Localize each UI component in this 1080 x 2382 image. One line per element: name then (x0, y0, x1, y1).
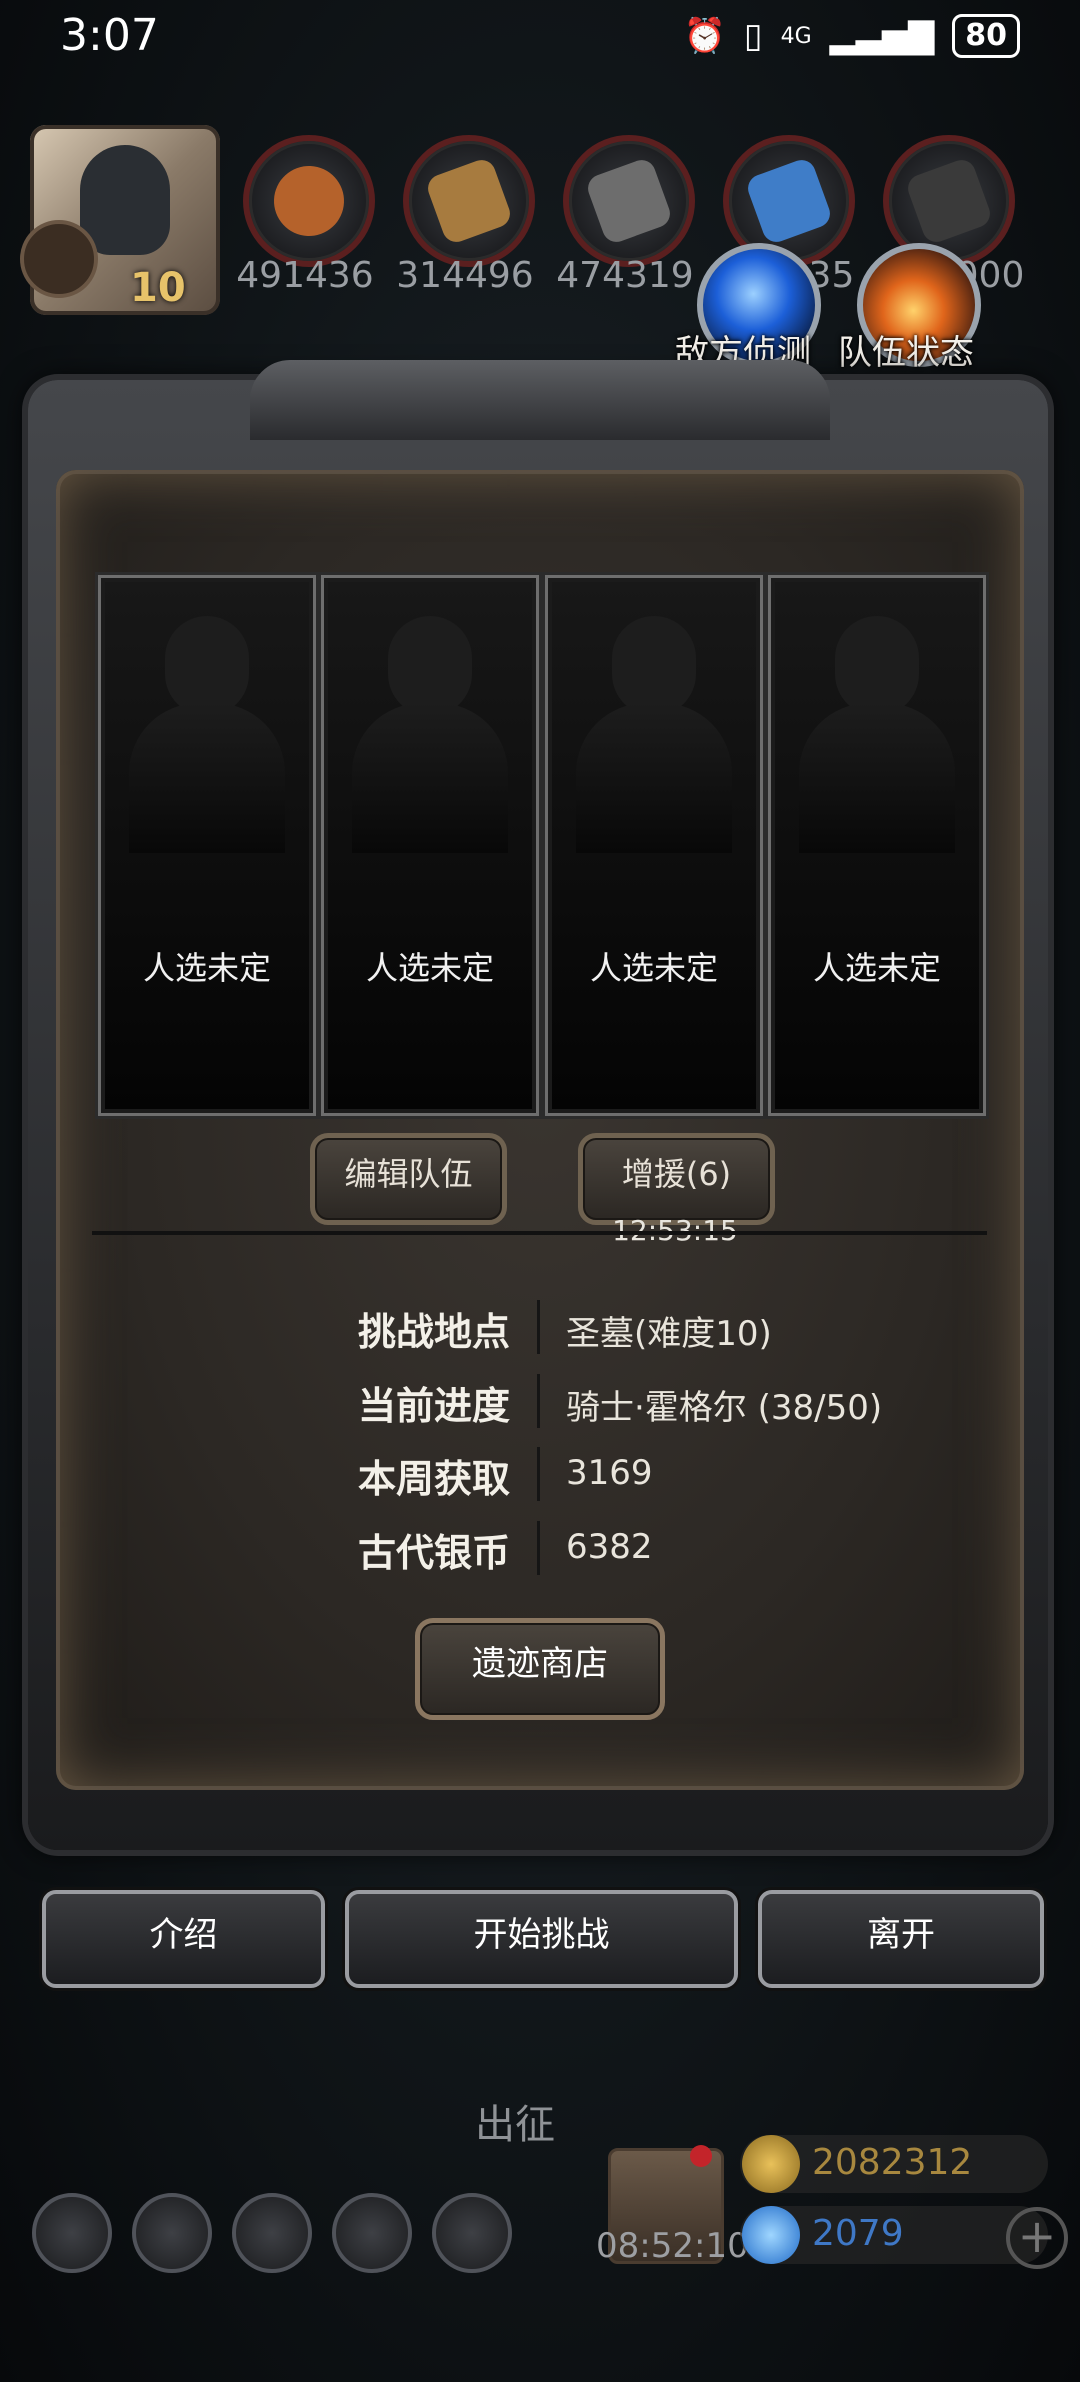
hero-slot-1[interactable]: 人选未定 (98, 575, 316, 1116)
settings-icon[interactable] (32, 2193, 112, 2273)
silhouette-body (576, 703, 732, 853)
notification-dot (690, 2145, 712, 2167)
row-separator (537, 1521, 540, 1575)
hero-slot-label: 人选未定 (142, 949, 271, 987)
intro-button[interactable]: 介绍 (42, 1890, 325, 1988)
panel-crest-ornament (250, 360, 830, 440)
weekly-value: 3169 (566, 1453, 653, 1493)
hero-slot-label: 人选未定 (589, 949, 718, 987)
status-time: 3:07 (60, 10, 159, 61)
depart-label: 出征 (475, 2102, 555, 2148)
avatar-portrait (80, 145, 170, 255)
row-separator (537, 1447, 540, 1501)
mail-icon[interactable] (332, 2193, 412, 2273)
hero-slot-label: 人选未定 (365, 949, 494, 987)
hammer-badge-icon (20, 220, 98, 298)
progress-value: 骑士·霍格尔 (38/50) (566, 1388, 883, 1428)
signal-icon: ▂▃▅▇ (829, 16, 935, 56)
hero-slot-label: 人选未定 (812, 949, 941, 987)
guild-icon[interactable] (232, 2193, 312, 2273)
gold-coin-icon (742, 2135, 800, 2193)
player-avatar[interactable]: 10 (20, 125, 220, 315)
weekly-label: 本周获取 (357, 1457, 510, 1501)
network-label: 4G (780, 23, 812, 49)
gem-icon (742, 2206, 800, 2264)
hero-slot-3[interactable]: 人选未定 (545, 575, 763, 1116)
add-currency-button[interactable]: + (1006, 2207, 1068, 2269)
gold-amount: 2082312 (812, 2142, 973, 2183)
silhouette-icon (388, 616, 472, 716)
relic-shop-button[interactable]: 遗迹商店 (415, 1618, 665, 1720)
silhouette-icon (165, 616, 249, 716)
coins-label: 古代银币 (357, 1531, 510, 1575)
location-label: 挑战地点 (357, 1310, 510, 1354)
vibrate-icon: ▯ (743, 16, 763, 56)
alarm-icon: ⏰ (683, 16, 726, 56)
silhouette-icon (835, 616, 919, 716)
gift-timer: 08:52:10 (596, 2226, 749, 2266)
wood-resource-value: 314496 (396, 255, 534, 296)
team-status-label: 队伍状态 (838, 333, 974, 373)
iron-resource-value: 474319 (556, 255, 694, 296)
start-challenge-button[interactable]: 开始挑战 (345, 1890, 738, 1988)
row-separator (537, 1374, 540, 1428)
coins-value: 6382 (566, 1527, 653, 1567)
hero-slot-4[interactable]: 人选未定 (768, 575, 986, 1116)
location-value: 圣墓(难度10) (566, 1314, 772, 1354)
battery-indicator: 80 (952, 14, 1020, 58)
reinforce-button[interactable]: 增援(6) (578, 1133, 775, 1225)
hero-slot-2[interactable]: 人选未定 (321, 575, 539, 1116)
silhouette-body (352, 703, 508, 853)
wood-resource-icon[interactable] (403, 135, 535, 267)
achievement-icon[interactable] (132, 2193, 212, 2273)
progress-label: 当前进度 (357, 1384, 510, 1428)
meat-resource-icon[interactable] (243, 135, 375, 267)
leave-button[interactable]: 离开 (758, 1890, 1044, 1988)
section-divider (92, 1231, 987, 1235)
player-level: 10 (130, 265, 186, 311)
silhouette-body (129, 703, 285, 853)
map-icon[interactable] (432, 2193, 512, 2273)
status-icons: ⏰ ▯ 4G ▂▃▅▇ 80 (684, 14, 1020, 58)
gem-amount: 2079 (812, 2213, 904, 2254)
iron-resource-icon[interactable] (563, 135, 695, 267)
row-separator (537, 1300, 540, 1354)
silhouette-body (799, 703, 955, 853)
edit-team-button[interactable]: 编辑队伍 (310, 1133, 507, 1225)
silhouette-icon (612, 616, 696, 716)
meat-resource-value: 491436 (236, 255, 374, 296)
